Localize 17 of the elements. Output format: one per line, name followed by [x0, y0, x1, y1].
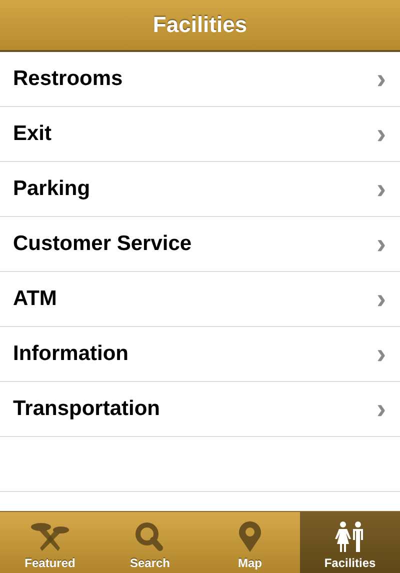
chevron-icon: › [376, 395, 386, 423]
list-item[interactable]: Exit › [0, 107, 400, 162]
chevron-icon: › [376, 175, 386, 203]
chevron-icon: › [376, 120, 386, 148]
chevron-icon: › [376, 65, 386, 93]
list-item[interactable]: ATM › [0, 272, 400, 327]
list-item[interactable]: Restrooms › [0, 52, 400, 107]
tab[interactable]: Facilities [300, 512, 400, 573]
chevron-icon: › [376, 230, 386, 258]
chevron-icon: › [376, 285, 386, 313]
list-item[interactable]: Parking › [0, 162, 400, 217]
nav-title: Facilities [152, 12, 248, 38]
chevron-icon: › [376, 340, 386, 368]
list-item[interactable]: Transportation › [0, 382, 400, 437]
spotlight-icon [30, 520, 70, 554]
list-item[interactable]: Information › [0, 327, 400, 382]
list-item[interactable]: Customer Service › [0, 217, 400, 272]
